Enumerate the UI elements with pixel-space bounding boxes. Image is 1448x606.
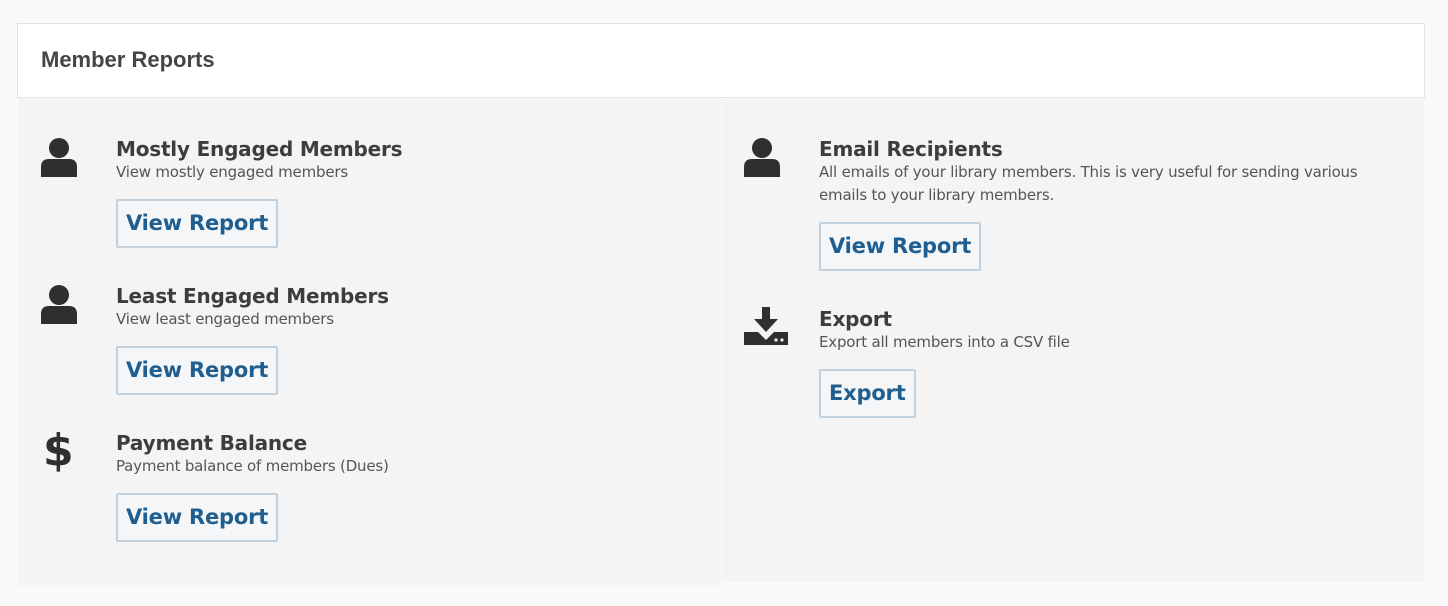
view-report-button[interactable]: View Report [819,222,982,271]
page-title: Member Reports [41,47,215,72]
report-description: All emails of your library members. This… [819,163,1358,204]
report-description: View least engaged members [116,310,334,328]
user-icon [41,137,85,181]
view-report-button[interactable]: View Report [116,346,279,395]
user-icon [41,284,85,328]
view-report-button[interactable]: View Report [116,199,279,248]
user-icon [744,137,788,181]
report-description: View mostly engaged members [116,163,348,181]
dollar-icon: $ [43,425,74,476]
page-header: Member Reports [17,23,1425,98]
report-description: Export all members into a CSV file [819,333,1070,351]
left-report-column: Mostly Engaged Members View mostly engag… [18,98,721,587]
report-title: Email Recipients [819,137,1003,161]
export-button[interactable]: Export [819,369,916,418]
right-report-column: Email Recipients All emails of your libr… [722,98,1424,582]
report-title: Export [819,307,892,331]
report-description: Payment balance of members (Dues) [116,457,389,475]
report-title: Mostly Engaged Members [116,137,403,161]
report-title: Payment Balance [116,431,307,455]
download-icon [744,307,788,351]
view-report-button[interactable]: View Report [116,493,279,542]
report-title: Least Engaged Members [116,284,389,308]
